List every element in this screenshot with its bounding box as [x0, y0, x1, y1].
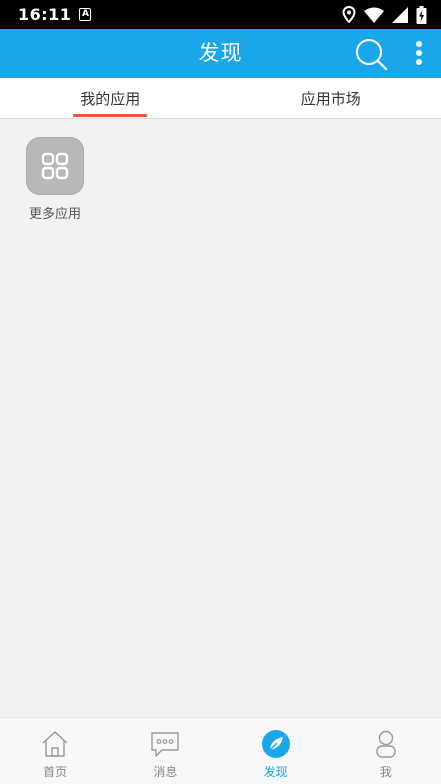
screen: 16:11 A 发现 我的应用 应用市场 更多应用 首页 消息 发现 我: [0, 0, 441, 784]
signal-icon: [392, 6, 408, 23]
status-bar: 16:11 A: [0, 0, 441, 29]
app-tile-more-apps[interactable]: 更多应用: [18, 137, 92, 222]
status-right: [342, 5, 427, 24]
app-bar: 发现: [0, 29, 441, 78]
accessibility-badge-icon: A: [79, 8, 92, 21]
search-button[interactable]: [353, 37, 389, 71]
status-time: 16:11: [18, 5, 72, 24]
app-tile-icon: [26, 137, 84, 195]
tab-app-market[interactable]: 应用市场: [221, 78, 441, 118]
app-tile-label: 更多应用: [28, 207, 81, 222]
nav-label: 首页: [43, 765, 68, 779]
location-icon: [342, 6, 356, 23]
tab-active-indicator: [73, 114, 147, 117]
nav-label: 我: [379, 765, 392, 779]
nav-item-discover[interactable]: 发现: [221, 718, 331, 784]
more-options-button[interactable]: [408, 39, 430, 69]
nav-item-messages[interactable]: 消息: [110, 718, 220, 784]
bottom-nav: 首页 消息 发现 我: [0, 717, 441, 784]
home-icon: [42, 731, 68, 757]
nav-label: 发现: [263, 765, 288, 779]
wifi-icon: [364, 7, 384, 23]
message-icon: [151, 732, 180, 757]
grid-apps-icon: [41, 152, 69, 180]
person-icon: [376, 730, 396, 758]
more-vertical-icon: [416, 41, 422, 65]
tab-bar: 我的应用 应用市场: [0, 78, 441, 119]
nav-item-home[interactable]: 首页: [0, 718, 110, 784]
battery-charging-icon: [416, 5, 427, 24]
tab-label: 我的应用: [80, 90, 141, 108]
search-icon: [356, 39, 388, 71]
tab-my-apps[interactable]: 我的应用: [0, 78, 221, 118]
compass-icon: [261, 730, 290, 758]
tab-label: 应用市场: [300, 90, 361, 108]
nav-label: 消息: [153, 765, 178, 779]
nav-item-me[interactable]: 我: [331, 718, 441, 784]
status-left: 16:11 A: [18, 5, 92, 24]
